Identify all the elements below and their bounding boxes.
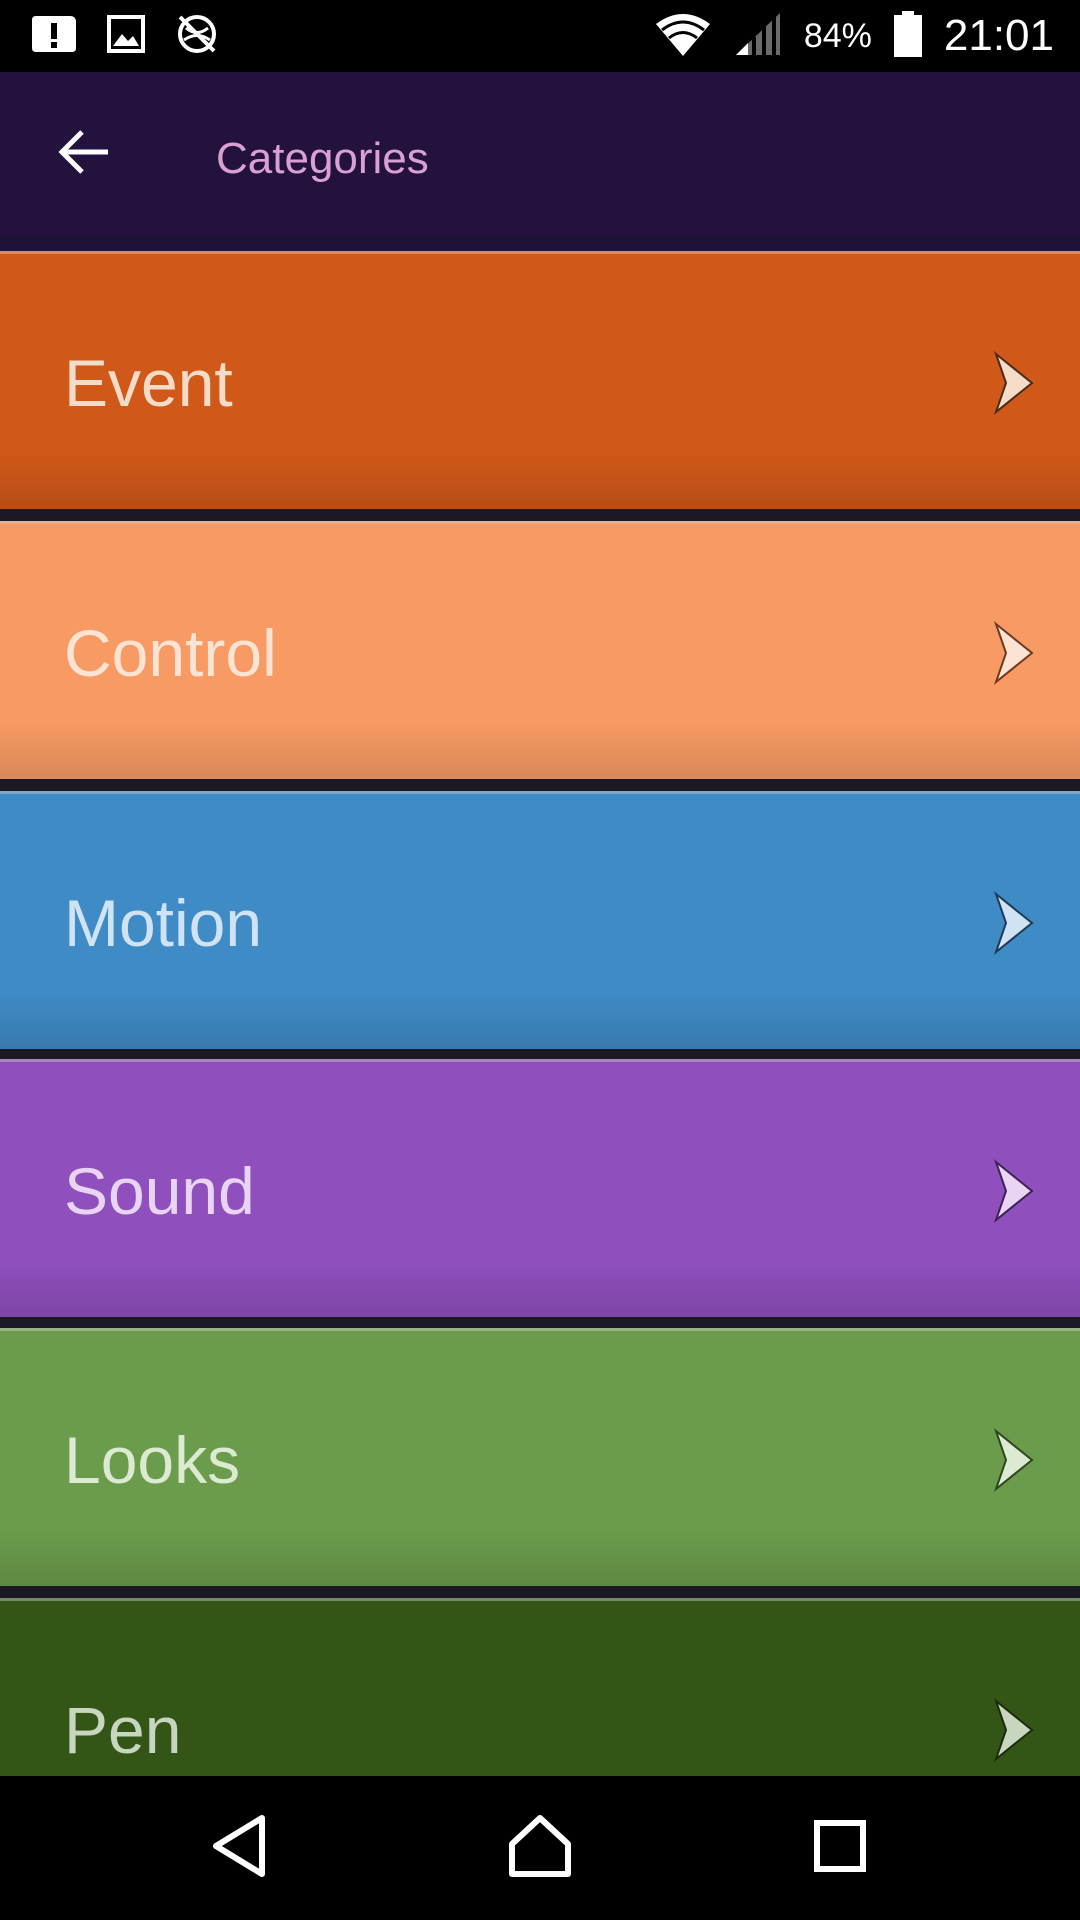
screen: 84% 21:01 Categories Event Control Motio… — [0, 0, 1080, 1920]
status-bar-system: 84% 21:01 — [654, 0, 1054, 72]
image-icon — [106, 14, 146, 59]
chevron-right-icon — [992, 1158, 1042, 1224]
nav-back-button[interactable] — [190, 1806, 290, 1890]
category-row-looks[interactable]: Looks — [0, 1328, 1080, 1586]
chevron-right-icon — [992, 1427, 1042, 1493]
sd-card-alert-icon — [30, 14, 78, 59]
chevron-right-icon — [992, 890, 1042, 956]
status-bar: 84% 21:01 — [0, 0, 1080, 72]
app-bar-shadow — [0, 237, 1080, 251]
category-row-control[interactable]: Control — [0, 521, 1080, 779]
category-label: Event — [64, 346, 233, 420]
chevron-right-icon — [992, 1697, 1042, 1763]
signal-icon — [734, 11, 782, 62]
page-title: Categories — [216, 134, 429, 183]
category-row-sound[interactable]: Sound — [0, 1059, 1080, 1317]
chevron-right-icon — [992, 620, 1042, 686]
no-location-icon — [174, 11, 220, 62]
battery-percentage: 84% — [803, 16, 872, 55]
arrow-back-icon — [58, 129, 110, 180]
battery-icon — [893, 10, 922, 62]
category-label: Control — [64, 616, 277, 690]
nav-recents-button[interactable] — [790, 1806, 890, 1890]
nav-home-icon — [508, 1814, 572, 1883]
wifi-icon — [654, 10, 712, 63]
category-row-motion[interactable]: Motion — [0, 791, 1080, 1049]
back-button[interactable] — [50, 124, 118, 184]
clock: 21:01 — [943, 11, 1054, 60]
category-label: Pen — [64, 1693, 182, 1767]
category-label: Looks — [64, 1423, 241, 1497]
navigation-bar — [0, 1776, 1080, 1920]
nav-recents-icon — [813, 1819, 867, 1878]
app-bar: Categories — [0, 72, 1080, 237]
chevron-right-icon — [992, 350, 1042, 416]
status-bar-notifications — [30, 12, 220, 60]
category-label: Motion — [64, 886, 263, 960]
category-label: Sound — [64, 1154, 255, 1228]
category-list: Event Control Motion Sound Looks Pen — [0, 251, 1080, 1776]
category-row-event[interactable]: Event — [0, 251, 1080, 509]
category-row-pen[interactable]: Pen — [0, 1598, 1080, 1776]
nav-home-button[interactable] — [490, 1806, 590, 1890]
nav-back-icon — [210, 1814, 270, 1883]
